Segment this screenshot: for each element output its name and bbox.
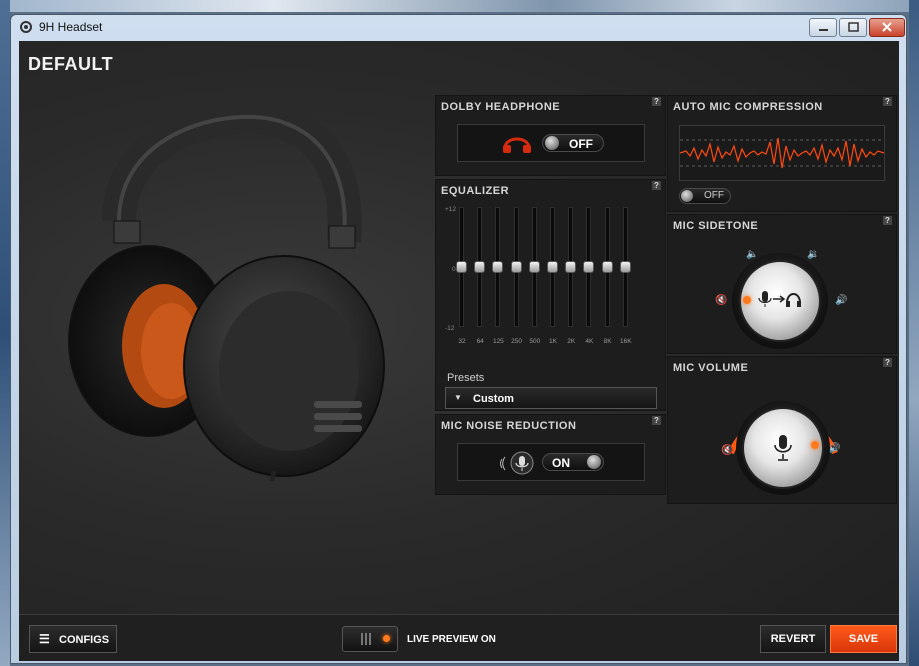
mute-icon: 🔇 xyxy=(715,295,728,306)
help-icon[interactable]: ? xyxy=(883,97,892,106)
eq-slider-knob[interactable] xyxy=(619,261,631,273)
eq-slider-knob[interactable] xyxy=(601,261,613,273)
app-window: 9H Headset DEFAULT DOLBY HEADPHONE ? OFF… xyxy=(10,14,907,664)
grip-line xyxy=(361,633,363,645)
presets-dropdown[interactable]: ▼ Custom xyxy=(445,387,657,409)
live-preview-label: LIVE PREVIEW ON xyxy=(407,634,496,645)
maximize-icon xyxy=(848,22,859,32)
chevron-down-icon: ▼ xyxy=(454,393,462,402)
microphone-icon xyxy=(500,451,534,475)
headset-image xyxy=(68,101,385,481)
panel-title: MIC VOLUME xyxy=(673,362,749,374)
mic-volume-dial[interactable] xyxy=(744,409,822,487)
auto-mic-toggle[interactable]: OFF xyxy=(679,188,731,204)
grip-line xyxy=(365,633,367,645)
revert-button[interactable]: REVERT xyxy=(760,625,826,653)
steelseries-logo-icon xyxy=(20,21,32,33)
eq-slider-knob[interactable] xyxy=(456,261,467,273)
noise-reduction-toggle[interactable]: ON xyxy=(542,453,604,471)
panel-title: MIC NOISE REDUCTION xyxy=(441,420,577,432)
eq-band-label: 16K xyxy=(620,338,632,345)
sidetone-level-indicator xyxy=(743,296,751,304)
eq-slider-knob[interactable] xyxy=(565,261,577,273)
mic-noise-reduction-panel: MIC NOISE REDUCTION ? ON xyxy=(435,414,666,495)
noise-reduction-control-box: ON xyxy=(457,443,645,481)
microphone-icon xyxy=(774,435,792,461)
eq-band-label: 32 xyxy=(458,338,466,345)
toggle-label: OFF xyxy=(704,190,724,201)
eq-slider-knob[interactable] xyxy=(547,261,558,273)
waveform-graphic xyxy=(679,137,885,169)
eq-band-label: 8K xyxy=(603,338,612,345)
dolby-toggle[interactable]: OFF xyxy=(542,134,604,152)
window-title: 9H Headset xyxy=(39,20,103,34)
live-indicator-dot xyxy=(383,635,390,642)
live-preview-toggle[interactable] xyxy=(342,626,398,652)
eq-slider-knob[interactable] xyxy=(492,261,504,273)
volume-mid-icon: 🔉 xyxy=(807,249,820,260)
eq-band-label: 4K xyxy=(585,338,594,345)
toggle-knob xyxy=(587,455,601,469)
save-button[interactable]: SAVE xyxy=(830,625,897,653)
help-icon[interactable]: ? xyxy=(883,216,892,225)
configs-label: CONFIGS xyxy=(59,634,110,646)
eq-band-label: 250 xyxy=(511,338,523,345)
toggle-knob xyxy=(545,136,559,150)
panel-title: EQUALIZER xyxy=(441,185,510,197)
panel-title: MIC SIDETONE xyxy=(673,220,759,232)
preset-value: Custom xyxy=(473,393,514,405)
minimize-button[interactable] xyxy=(809,18,837,37)
mic-sidetone-panel: MIC SIDETONE ? 🔈 🔉 🔇 🔊 xyxy=(667,214,897,354)
panel-title: DOLBY HEADPHONE xyxy=(441,101,561,113)
help-icon[interactable]: ? xyxy=(652,97,661,106)
eq-slider-knob[interactable] xyxy=(474,261,486,273)
dolby-headphone-panel: DOLBY HEADPHONE ? OFF xyxy=(435,95,666,176)
app-content: DEFAULT DOLBY HEADPHONE ? OFF EQUALIZER … xyxy=(19,41,899,661)
presets-label: Presets xyxy=(447,372,485,384)
eq-band-label: 125 xyxy=(492,338,504,345)
eq-band-label: 2K xyxy=(567,338,576,345)
page-title: DEFAULT xyxy=(28,54,114,74)
grip-line xyxy=(369,633,371,645)
eq-scale-min: -12 xyxy=(445,325,455,332)
bottom-bar: ☰ CONFIGS LIVE PREVIEW ON REVERT SAVE xyxy=(19,614,899,661)
dolby-control-box: OFF xyxy=(457,124,645,162)
toggle-knob xyxy=(681,190,693,202)
mic-volume-panel: MIC VOLUME ? 🔇 🔊 xyxy=(667,356,897,504)
panel-title: AUTO MIC COMPRESSION xyxy=(673,101,823,113)
toggle-label: OFF xyxy=(569,137,593,151)
close-button[interactable] xyxy=(869,18,905,37)
configs-button[interactable]: ☰ CONFIGS xyxy=(29,625,117,653)
eq-scale-max: +12 xyxy=(445,206,457,213)
eq-slider-knob[interactable] xyxy=(528,261,540,273)
mic-volume-level-indicator xyxy=(811,441,819,449)
help-icon[interactable]: ? xyxy=(883,358,892,367)
compression-waveform xyxy=(679,125,885,181)
mute-icon: 🔇 xyxy=(721,445,734,456)
close-icon xyxy=(882,22,892,32)
maximize-button[interactable] xyxy=(839,18,867,37)
help-icon[interactable]: ? xyxy=(652,416,661,425)
minimize-icon xyxy=(819,29,828,31)
eq-slider-knob[interactable] xyxy=(583,261,595,273)
mic-to-headphone-icon xyxy=(758,291,801,307)
eq-band-label: 500 xyxy=(529,338,541,345)
eq-band-label: 1K xyxy=(549,338,557,345)
volume-high-icon: 🔊 xyxy=(835,295,848,306)
desktop-background-left xyxy=(0,0,10,666)
eq-slider-knob[interactable] xyxy=(510,261,522,273)
title-bar[interactable]: 9H Headset xyxy=(11,15,906,41)
dolby-headphone-icon xyxy=(503,137,531,153)
toggle-label: ON xyxy=(552,456,570,470)
sidetone-dial[interactable] xyxy=(741,262,819,340)
help-icon[interactable]: ? xyxy=(652,181,661,190)
desktop-background-right xyxy=(909,0,919,666)
auto-mic-compression-panel: AUTO MIC COMPRESSION ? OFF xyxy=(667,95,897,212)
desktop-background xyxy=(0,0,919,12)
eq-band-label: 64 xyxy=(476,338,484,345)
list-icon: ☰ xyxy=(39,632,50,646)
